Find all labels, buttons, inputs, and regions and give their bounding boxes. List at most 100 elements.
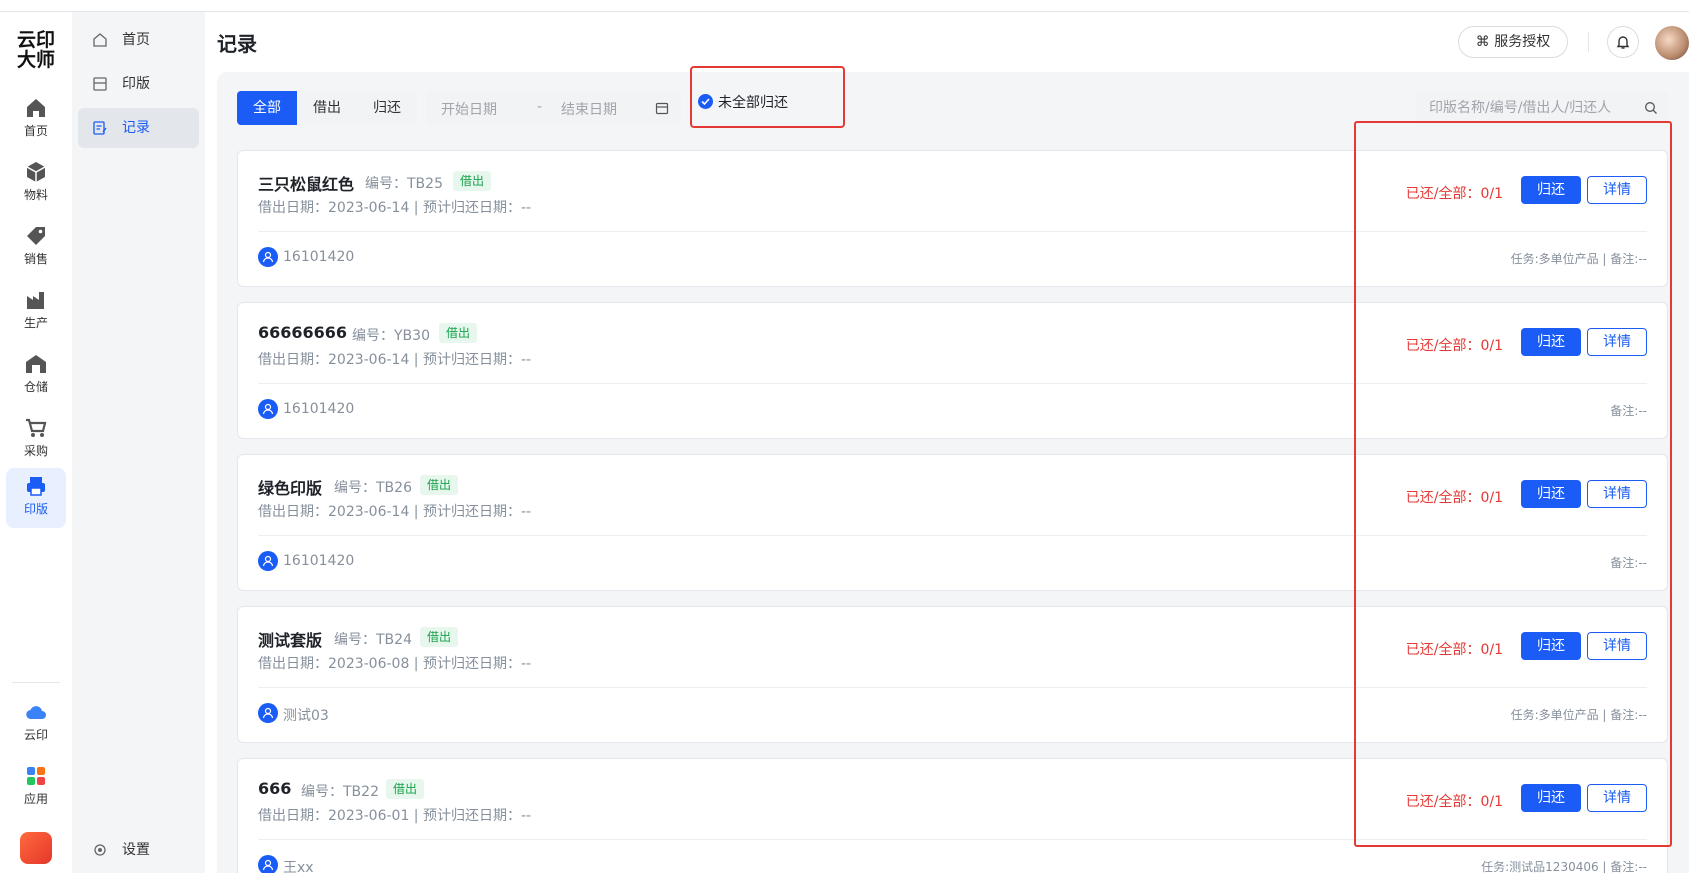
date-separator: - [537,99,543,115]
page-title: 记录 [217,32,257,56]
secondary-sidebar: 首页 印版 记录 设置 [72,12,205,873]
sidebar-item-record[interactable]: 记录 [78,108,199,148]
rail-item-warehouse[interactable]: 仓储 [6,346,66,406]
rail-item-cloud[interactable]: 云印 [6,694,66,754]
task-note: 备注:-- [1610,556,1647,570]
not-fully-returned-filter[interactable]: 未全部归还 [690,66,845,128]
search-icon[interactable] [1644,101,1658,115]
tab-all[interactable]: 全部 [237,91,297,125]
card-divider [258,383,1647,384]
detail-button[interactable]: 详情 [1587,632,1647,660]
borrower-name: 16101420 [283,553,355,569]
return-button[interactable]: 归还 [1521,328,1581,356]
lend-dates: 借出日期：2023-06-01 | 预计归还日期：-- [258,808,532,824]
borrower-name: 测试03 [283,708,329,724]
record-card: 测试套版 编号：TB24 借出 借出日期：2023-06-08 | 预计归还日期… [237,606,1668,743]
printer-icon [27,477,45,496]
task-note: 任务:测试品1230406 | 备注:-- [1481,860,1647,873]
rail-item-production[interactable]: 生产 [6,282,66,342]
return-button[interactable]: 归还 [1521,632,1581,660]
plate-code: 编号：YB30 [352,328,430,344]
plate-name: 666 [258,779,292,798]
return-button[interactable]: 归还 [1521,176,1581,204]
return-button[interactable]: 归还 [1521,480,1581,508]
bell-icon [1616,36,1630,49]
return-ratio: 已还/全部：0/1 [1405,642,1503,658]
rail-item-home[interactable]: 首页 [6,90,66,150]
notification-button[interactable] [1607,26,1639,58]
record-card: 666 编号：TB22 借出 借出日期：2023-06-01 | 预计归还日期：… [237,758,1668,873]
rail-item-purchase[interactable]: 采购 [6,410,66,470]
date-range-picker[interactable]: 开始日期 - 结束日期 [427,91,681,125]
detail-button[interactable]: 详情 [1587,784,1647,812]
tab-lend[interactable]: 借出 [297,91,357,125]
calendar-icon [655,102,669,115]
service-authorization-button[interactable]: ⌘ 服务授权 [1458,26,1568,58]
lend-dates: 借出日期：2023-06-14 | 预计归还日期：-- [258,200,532,216]
detail-button[interactable]: 详情 [1587,328,1647,356]
rail-item-plate[interactable]: 印版 [6,468,66,528]
rail-divider [12,682,60,683]
search-input[interactable]: 印版名称/编号/借出人/归还人 [1416,92,1668,124]
sidebar-item-home[interactable]: 首页 [78,20,199,60]
check-icon [701,98,710,106]
bottom-app-icon[interactable] [20,832,52,864]
tab-return[interactable]: 归还 [357,91,417,125]
borrower-name: 16101420 [283,401,355,417]
user-icon [258,247,278,267]
task-note: 任务:多单位产品 | 备注:-- [1510,708,1647,722]
home-outline-icon [93,33,107,47]
user-icon [258,551,278,571]
user-icon [258,855,278,873]
plate-code: 编号：TB24 [334,632,412,648]
status-badge: 借出 [420,475,459,495]
cloud-icon [26,706,46,720]
app-logo: 云印 大师 [16,29,55,71]
header-divider [1588,32,1589,52]
rail-item-sales[interactable]: 销售 [6,218,66,278]
plate-name: 绿色印版 [258,479,323,498]
return-ratio: 已还/全部：0/1 [1405,338,1503,354]
detail-button[interactable]: 详情 [1587,480,1647,508]
borrower-name: 王xx [283,860,314,873]
record-type-tabs: 全部 借出 归还 [237,91,417,125]
app-rail: 云印 大师 首页 物料 销售 生产 仓储 采购 印版 云印 应用 [0,12,72,873]
sidebar-item-plate[interactable]: 印版 [78,64,199,104]
return-ratio: 已还/全部：0/1 [1405,186,1503,202]
lend-dates: 借出日期：2023-06-14 | 预计归还日期：-- [258,504,532,520]
warehouse-icon [26,355,46,373]
record-card: 三只松鼠红色 编号：TB25 借出 借出日期：2023-06-14 | 预计归还… [237,150,1668,287]
cart-icon [26,418,47,437]
detail-button[interactable]: 详情 [1587,176,1647,204]
task-note: 任务:多单位产品 | 备注:-- [1510,252,1647,266]
return-ratio: 已还/全部：0/1 [1405,490,1503,506]
user-icon [258,703,278,723]
home-icon [27,99,45,117]
card-divider [258,687,1647,688]
end-date-field[interactable]: 结束日期 [561,99,617,119]
card-divider [258,231,1647,232]
rail-item-apps[interactable]: 应用 [6,758,66,818]
not-fully-returned-checkbox[interactable] [698,94,713,109]
tag-icon [27,227,45,245]
plate-code: 编号：TB25 [365,176,443,192]
start-date-field[interactable]: 开始日期 [441,99,497,119]
checkbox-label: 未全部归还 [718,95,788,111]
search-placeholder: 印版名称/编号/借出人/归还人 [1429,100,1612,116]
sidebar-item-settings[interactable]: 设置 [78,830,199,870]
apps-icon [27,767,45,785]
plate-name: 三只松鼠红色 [258,175,355,194]
cube-icon [26,162,46,182]
factory-icon [27,292,44,309]
record-card: 66666666 编号：YB30 借出 借出日期：2023-06-14 | 预计… [237,302,1668,439]
lend-dates: 借出日期：2023-06-14 | 预计归还日期：-- [258,352,532,368]
user-icon [258,399,278,419]
plate-code: 编号：TB22 [301,784,379,800]
record-icon [93,121,107,135]
status-badge: 借出 [420,627,459,647]
status-badge: 借出 [439,323,478,343]
return-button[interactable]: 归还 [1521,784,1581,812]
rail-item-material[interactable]: 物料 [6,154,66,214]
task-note: 备注:-- [1610,404,1647,418]
avatar[interactable] [1655,26,1689,60]
